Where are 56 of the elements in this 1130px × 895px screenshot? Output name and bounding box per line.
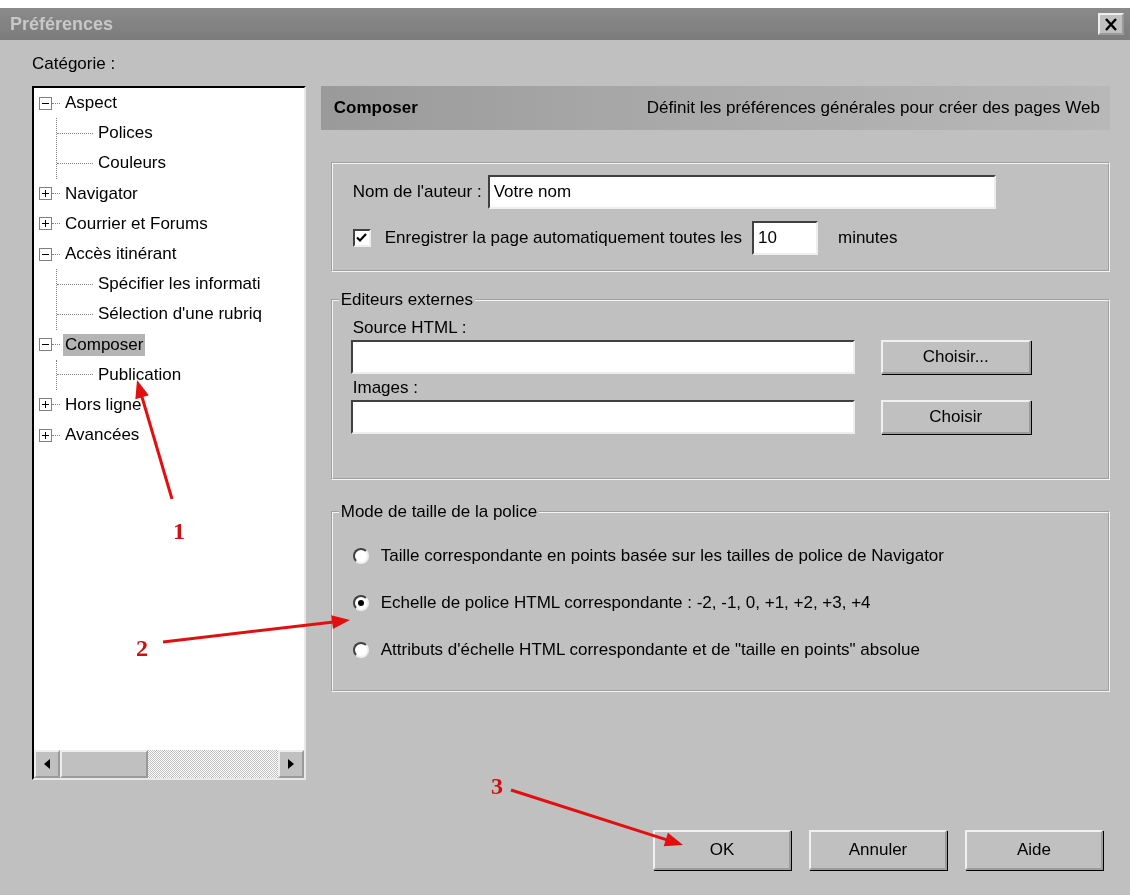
scroll-left-icon[interactable] <box>34 750 60 778</box>
dialog-button[interactable]: Annuler <box>809 830 947 870</box>
dialog-button[interactable]: Aide <box>965 830 1103 870</box>
expand-icon[interactable] <box>39 398 52 412</box>
tree-item[interactable]: Polices <box>96 122 155 145</box>
dialog-button[interactable]: OK <box>653 830 791 870</box>
checkbox-label: Enregistrer la page automatiquement toutes les <box>384 228 742 248</box>
field-label: Nom de l'auteur : <box>352 182 482 202</box>
expand-icon[interactable] <box>39 217 52 231</box>
tree-item[interactable]: Sélection d'une rubriq <box>96 303 264 326</box>
header-description: Définit les préférences générales pour créer des pages Web <box>646 98 1100 118</box>
group-title: Editeurs externes <box>339 290 475 310</box>
radio-button[interactable] <box>352 594 369 611</box>
header-title: Composer <box>333 98 418 118</box>
author-field[interactable]: Votre nom <box>487 175 996 209</box>
tree-item[interactable]: Aspect <box>63 92 119 115</box>
checkbox[interactable] <box>352 229 371 247</box>
radio-label: Taille correspondante en points basée sur les tailles de police de Navigator <box>380 545 944 566</box>
tree-item[interactable]: Courrier et Forums <box>63 212 210 235</box>
tree-item[interactable]: Spécifier les informati <box>96 273 263 296</box>
tree-item[interactable]: Avancées <box>63 424 142 447</box>
annotation-number: 2 <box>136 635 148 661</box>
radio-label: Echelle de police HTML correspondante : -2, -1, 0, +1, +2, +3, +4 <box>380 592 871 613</box>
collapse-icon[interactable] <box>39 247 52 261</box>
tree-item[interactable]: Hors ligne <box>63 393 144 416</box>
annotation-number: 1 <box>173 518 185 544</box>
collapse-icon[interactable] <box>39 96 52 110</box>
window-title: Préférences <box>10 13 114 35</box>
tree-item[interactable]: Publication <box>96 363 184 386</box>
path-field[interactable] <box>350 400 855 434</box>
close-button[interactable] <box>1098 13 1124 35</box>
radio-button[interactable] <box>352 547 369 564</box>
group-title: Mode de taille de la police <box>339 502 539 522</box>
tree-item[interactable]: Accès itinérant <box>63 243 179 266</box>
choose-button[interactable]: Choisir <box>880 400 1031 434</box>
path-field[interactable] <box>350 340 855 374</box>
horizontal-scrollbar[interactable] <box>34 750 304 778</box>
field-label: Source HTML : <box>352 318 467 338</box>
radio-button[interactable] <box>352 641 369 658</box>
expand-icon[interactable] <box>39 187 52 201</box>
collapse-icon[interactable] <box>39 338 52 352</box>
tree-item[interactable]: Composer <box>63 333 146 356</box>
scroll-right-icon[interactable] <box>277 750 304 778</box>
annotation-number: 3 <box>491 773 503 799</box>
scroll-thumb[interactable] <box>60 750 148 778</box>
checkmark-icon <box>356 233 368 243</box>
category-label: Catégorie : <box>32 53 116 75</box>
tree-item[interactable]: Navigator <box>63 182 140 205</box>
close-icon <box>1104 17 1118 31</box>
choose-button[interactable]: Choisir... <box>880 340 1031 374</box>
tree-item[interactable]: Couleurs <box>96 152 169 175</box>
field-label: Images : <box>352 378 418 398</box>
unit-label: minutes <box>837 228 898 248</box>
expand-icon[interactable] <box>39 428 52 442</box>
radio-label: Attributs d'échelle HTML correspondante et de "taille en points" absolue <box>380 639 920 660</box>
minutes-field[interactable]: 10 <box>751 221 818 255</box>
